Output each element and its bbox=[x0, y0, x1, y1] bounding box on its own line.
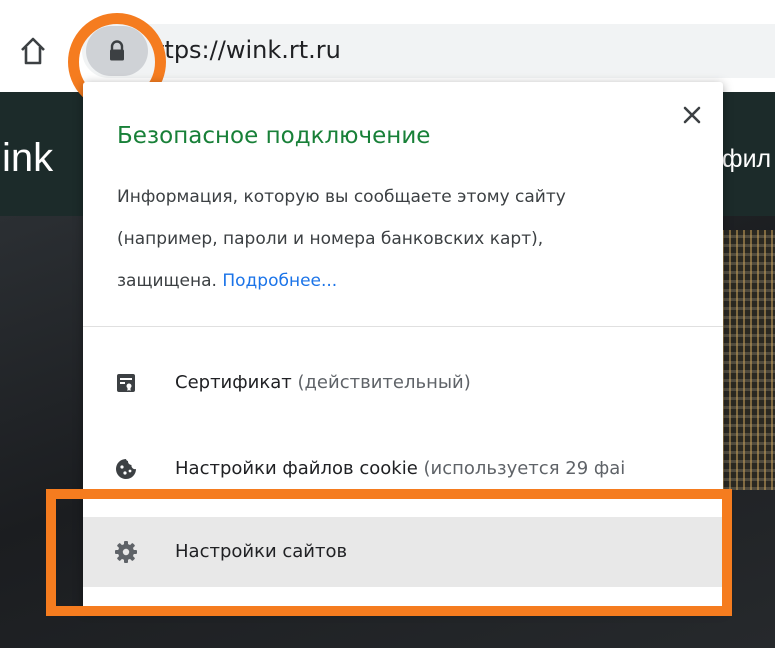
certificate-icon bbox=[117, 374, 135, 392]
website-nav-item[interactable]: фил bbox=[722, 144, 771, 174]
certificate-label: Сертификат (действительный) bbox=[175, 370, 471, 396]
browser-screenshot: ink фил ttps://wink.rt.ru Безопасное под… bbox=[0, 0, 775, 648]
description-line: (например, пароли и номера банковских ка… bbox=[117, 229, 544, 249]
description-line: Информация, которую вы сообщаете этому с… bbox=[117, 187, 566, 207]
learn-more-link[interactable]: Подробнее... bbox=[222, 271, 337, 291]
cookie-icon bbox=[116, 459, 136, 479]
description-line-last: защищена. Подробнее... bbox=[117, 260, 697, 302]
hero-artwork bbox=[722, 230, 775, 490]
cookie-usage-count: (используется 29 фаі bbox=[423, 458, 626, 479]
cookie-settings-title: Настройки файлов cookie bbox=[175, 458, 418, 479]
close-icon bbox=[683, 106, 701, 124]
website-logo[interactable]: ink bbox=[2, 134, 53, 182]
popup-divider bbox=[83, 326, 723, 327]
certificate-status: (действительный) bbox=[297, 372, 471, 393]
home-button[interactable] bbox=[18, 36, 48, 66]
connection-description: Информация, которую вы сообщаете этому с… bbox=[117, 176, 697, 302]
site-settings-highlight-box bbox=[46, 489, 732, 616]
cookie-settings-label: Настройки файлов cookie (используется 29… bbox=[175, 456, 625, 482]
connection-status-title: Безопасное подключение bbox=[117, 123, 431, 149]
certificate-row[interactable]: Сертификат (действительный) bbox=[83, 348, 723, 418]
certificate-title: Сертификат bbox=[175, 372, 292, 393]
home-icon bbox=[21, 37, 45, 65]
url-text[interactable]: ttps://wink.rt.ru bbox=[155, 34, 341, 66]
close-button[interactable] bbox=[680, 103, 704, 127]
description-text: защищена. bbox=[117, 271, 217, 291]
